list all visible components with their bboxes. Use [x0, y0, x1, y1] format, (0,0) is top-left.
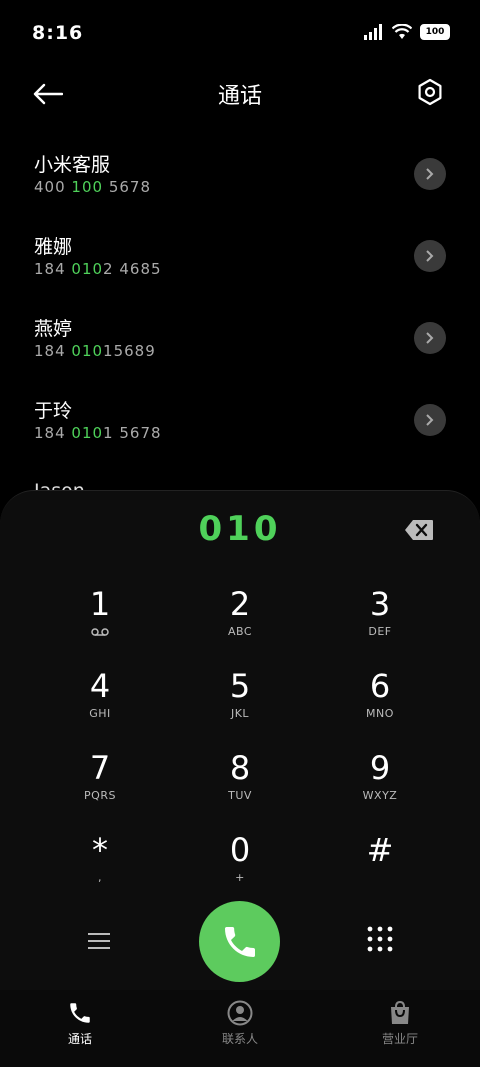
tab-store[interactable]: 营业厅 — [320, 990, 480, 1067]
key-digit: 0 — [229, 831, 251, 869]
page-title: 通话 — [217, 84, 262, 109]
dial-actions — [0, 899, 480, 983]
key-letters: JKL — [230, 707, 250, 720]
list-item[interactable]: 小米客服 400 100 5678 — [0, 138, 480, 220]
key-letters: TUV — [228, 789, 252, 802]
key-digit: # — [366, 831, 394, 869]
key-letters: DEF — [368, 625, 392, 638]
list-item[interactable]: 于玲 184 0101 5678 — [0, 384, 480, 466]
dialer-panel: 010 1 2 ABC 3 DEF 4 GHI 5 JKL 6 MNO 7 PQ… — [0, 490, 480, 1067]
key-letters: , — [98, 871, 102, 884]
key-digit: 1 — [89, 585, 111, 623]
contact-number: 184 01015689 — [34, 342, 156, 360]
wifi-icon — [392, 24, 412, 39]
number-match: 010 — [71, 342, 104, 360]
chevron-right-icon — [426, 332, 434, 344]
key-1[interactable]: 1 — [30, 585, 170, 667]
key-8[interactable]: 8 TUV — [170, 749, 310, 831]
number-match: 010 — [71, 260, 104, 278]
number-match: 100 — [71, 178, 104, 196]
contact-icon — [227, 1000, 253, 1026]
key-digit: 5 — [229, 667, 251, 705]
keypad: 1 2 ABC 3 DEF 4 GHI 5 JKL 6 MNO 7 PQRS 8… — [30, 585, 450, 913]
key-9[interactable]: 9 WXYZ — [310, 749, 450, 831]
key-letters: MNO — [366, 707, 394, 720]
key-letters: + — [235, 871, 245, 884]
battery-icon: 100 — [420, 24, 450, 40]
dialpad-icon — [367, 926, 393, 952]
chevron-right-icon — [426, 414, 434, 426]
key-digit: 2 — [229, 585, 251, 623]
contact-name: 于玲 — [34, 400, 73, 422]
contact-name: 小米客服 — [34, 154, 111, 176]
gear-icon — [418, 78, 442, 106]
key-digit: 8 — [229, 749, 251, 787]
key-3[interactable]: 3 DEF — [310, 585, 450, 667]
recent-contacts-list: 小米客服 400 100 5678 雅娜 184 0102 4685 燕婷 18… — [0, 138, 480, 466]
tab-label: 营业厅 — [381, 1032, 418, 1046]
tab-calls[interactable]: 通话 — [0, 990, 160, 1067]
key-5[interactable]: 5 JKL — [170, 667, 310, 749]
key-digit: 6 — [369, 667, 391, 705]
bottom-nav: 通话 联系人 营业厅 — [0, 990, 480, 1067]
status-bar: 8:16 100 — [0, 0, 480, 64]
contact-detail-button[interactable] — [414, 322, 446, 354]
keypad-toggle-button[interactable] — [366, 925, 394, 953]
key-digit: * — [92, 831, 108, 869]
key-letters: GHI — [89, 707, 111, 720]
key-digit: 3 — [369, 585, 391, 623]
chevron-right-icon — [426, 168, 434, 180]
number-part: 184 — [34, 342, 72, 360]
header: 通话 — [0, 72, 480, 116]
voicemail-icon — [91, 628, 109, 636]
contact-detail-button[interactable] — [414, 404, 446, 436]
key-2[interactable]: 2 ABC — [170, 585, 310, 667]
status-icons: 100 — [364, 24, 450, 40]
key-6[interactable]: 6 MNO — [310, 667, 450, 749]
key-7[interactable]: 7 PQRS — [30, 749, 170, 831]
contact-detail-button[interactable] — [414, 240, 446, 272]
backspace-button[interactable] — [404, 519, 434, 541]
call-button[interactable] — [199, 901, 280, 982]
phone-icon — [70, 1003, 90, 1023]
key-letters: WXYZ — [362, 789, 398, 802]
contact-name: 雅娜 — [34, 236, 73, 258]
key-digit: 9 — [369, 749, 391, 787]
store-icon — [391, 1000, 409, 1024]
settings-button[interactable] — [416, 78, 448, 110]
contact-number: 184 0102 4685 — [34, 260, 162, 278]
menu-button[interactable] — [84, 927, 114, 955]
number-part: 400 — [34, 178, 72, 196]
number-part: 184 — [34, 260, 72, 278]
tab-contacts[interactable]: 联系人 — [160, 990, 320, 1067]
tab-label: 通话 — [67, 1032, 92, 1046]
number-part: 5678 — [103, 178, 151, 196]
number-match: 010 — [71, 424, 104, 442]
contact-number: 400 100 5678 — [34, 178, 151, 196]
phone-icon — [224, 926, 255, 957]
chevron-right-icon — [426, 250, 434, 262]
list-item[interactable]: 燕婷 184 01015689 — [0, 302, 480, 384]
contact-number: 184 0101 5678 — [34, 424, 162, 442]
list-item[interactable]: 雅娜 184 0102 4685 — [0, 220, 480, 302]
key-digit: 4 — [89, 667, 111, 705]
backspace-icon — [405, 520, 433, 540]
battery-level: 100 — [425, 27, 445, 37]
number-part: 2 4685 — [103, 260, 162, 278]
menu-icon — [88, 933, 110, 949]
number-part: 1 5678 — [103, 424, 162, 442]
key-digit: 7 — [89, 749, 111, 787]
contact-detail-button[interactable] — [414, 158, 446, 190]
number-part: 15689 — [103, 342, 156, 360]
signal-icon — [364, 24, 382, 40]
key-letters: PQRS — [84, 789, 116, 802]
key-4[interactable]: 4 GHI — [30, 667, 170, 749]
status-time: 8:16 — [32, 22, 84, 44]
number-part: 184 — [34, 424, 72, 442]
tab-label: 联系人 — [221, 1032, 258, 1046]
contact-name: 燕婷 — [34, 318, 73, 340]
key-letters: ABC — [227, 625, 253, 638]
